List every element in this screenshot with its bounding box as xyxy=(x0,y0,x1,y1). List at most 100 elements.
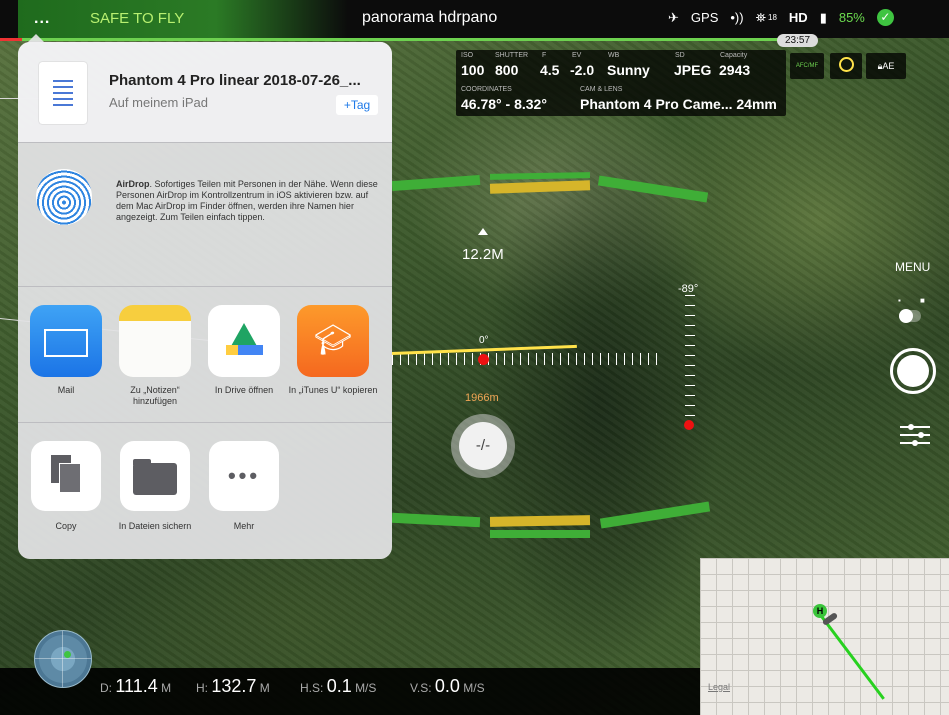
cam-lens-value: Phantom 4 Pro Came... 24mm xyxy=(580,96,777,112)
home-point-marker: H xyxy=(813,604,827,618)
hd-label: HD xyxy=(788,10,808,25)
status-icons: ✈ GPS •)) ⛯ 18 HD ▮ 85% ✓ xyxy=(668,9,894,26)
menu-button[interactable]: MENU xyxy=(895,260,930,274)
app-label: In „iTunes U“ kopieren xyxy=(288,385,378,395)
shutter-button[interactable] xyxy=(890,348,936,394)
ev-value: -2.0 xyxy=(570,62,595,78)
afc-mf-label: AFC/MF xyxy=(795,63,819,69)
flight-status-text: SAFE TO FLY xyxy=(90,10,185,27)
heading-zero-label: 0° xyxy=(479,335,489,346)
action-save-files[interactable]: In Dateien sichern xyxy=(110,441,200,532)
action-more[interactable]: ••• Mehr xyxy=(199,441,289,532)
share-sheet: Phantom 4 Pro linear 2018-07-26_... Auf … xyxy=(18,42,392,559)
app-label: Zu „Notizen“ hinzufügen xyxy=(130,385,180,406)
aperture-value: 4.5 xyxy=(540,62,560,78)
mini-map[interactable] xyxy=(700,558,949,715)
app-label: In Drive öffnen xyxy=(214,385,274,395)
file-location: Auf meinem iPad xyxy=(109,95,208,110)
file-title: Phantom 4 Pro linear 2018-07-26_... xyxy=(109,72,361,89)
drone-icon: ✈ xyxy=(668,9,679,25)
app-menu-dots[interactable]: ... xyxy=(34,10,50,28)
gimbal-pitch-indicator xyxy=(684,420,694,430)
telemetry-height: H: 132.7 M xyxy=(196,676,270,696)
copy-icon xyxy=(31,441,101,511)
share-app-drive[interactable]: In Drive öffnen xyxy=(199,305,289,396)
telemetry-distance: D: 111.4 M xyxy=(100,676,172,696)
altitude-up-icon xyxy=(478,228,488,235)
video-mode-icon: ■ xyxy=(920,296,925,305)
obstacle-radar[interactable] xyxy=(34,630,92,688)
itunes-u-icon: 🎓︎ xyxy=(297,305,369,377)
focus-target-button[interactable] xyxy=(830,53,862,79)
iso-label: ISO xyxy=(461,52,474,59)
camera-settings-button[interactable] xyxy=(900,420,930,450)
heading-scale xyxy=(392,353,657,365)
notes-icon xyxy=(119,305,191,377)
home-distance: 1966m xyxy=(465,392,499,404)
ae-lock-button[interactable]: 🔒︎AE xyxy=(866,53,906,79)
north-marker-icon xyxy=(64,651,71,658)
telemetry-horizontal-speed: H.S: 0.1 M/S xyxy=(300,676,377,696)
battery-level: 85% xyxy=(838,10,865,25)
satellite-count: 18 xyxy=(768,13,777,22)
airdrop-icon xyxy=(36,169,92,225)
ae-label: AE xyxy=(882,61,895,71)
telemetry-vertical-speed: V.S: 0.0 M/S xyxy=(410,676,485,696)
capacity-label: Capacity xyxy=(720,52,748,59)
center-control-label: -/- xyxy=(459,422,507,470)
airdrop-title: AirDrop xyxy=(116,179,150,189)
map-legal-link[interactable]: Legal xyxy=(708,682,730,692)
coordinates-value: 46.78° - 8.32° xyxy=(461,96,547,112)
attitude-arc xyxy=(490,530,590,538)
action-label: Copy xyxy=(55,521,77,531)
heading-indicator xyxy=(478,354,489,365)
aperture-label: F xyxy=(542,52,547,59)
cam-lens-label: CAM & LENS xyxy=(580,86,623,93)
battery-progress-line xyxy=(0,38,810,41)
center-control-button[interactable]: -/- xyxy=(451,414,515,478)
afc-mf-button[interactable]: AFC/MF xyxy=(790,53,824,79)
gimbal-pitch-scale xyxy=(685,295,695,425)
more-icon: ••• xyxy=(209,441,279,511)
signal-icon: •)) xyxy=(730,10,744,25)
action-copy[interactable]: Copy xyxy=(21,441,111,532)
altitude-readout: 12.2M xyxy=(462,246,504,263)
photo-mode-icon: ▪ xyxy=(898,296,901,305)
format-value: JPEG xyxy=(674,62,712,78)
google-drive-icon xyxy=(208,305,280,377)
share-actions-row: Copy In Dateien sichern ••• Mehr xyxy=(18,423,392,559)
shutter-value: 800 xyxy=(495,62,519,78)
airdrop-section[interactable]: AirDrop. Sofortiges Teilen mit Personen … xyxy=(18,143,392,287)
wb-value: Sunny xyxy=(607,62,650,78)
mail-icon xyxy=(30,305,102,377)
share-app-itunes-u[interactable]: 🎓︎ In „iTunes U“ kopieren xyxy=(288,305,378,396)
document-icon xyxy=(39,62,87,124)
target-icon xyxy=(838,57,854,72)
iso-value: 100 xyxy=(461,62,485,78)
share-apps-row: Mail Zu „Notizen“ hinzufügen In Drive öf… xyxy=(18,287,392,423)
action-label: Mehr xyxy=(233,521,255,531)
wb-label: WB xyxy=(608,52,620,59)
camera-mode[interactable]: panorama hdrpano xyxy=(362,9,497,27)
ev-label: EV xyxy=(572,52,582,59)
share-header: Phantom 4 Pro linear 2018-07-26_... Auf … xyxy=(18,42,392,143)
battery-icon: ▮ xyxy=(819,9,827,25)
app-label: Mail xyxy=(57,385,75,395)
satellite-icon: ⛯ xyxy=(755,9,766,25)
attitude-arc xyxy=(489,515,591,527)
coordinates-label: COORDINATES xyxy=(461,86,512,93)
airdrop-text: . Sofortiges Teilen mit Personen in der … xyxy=(116,179,378,222)
flight-time: 23:57 xyxy=(777,34,819,47)
sd-label: SD xyxy=(675,52,685,59)
share-app-notes[interactable]: Zu „Notizen“ hinzufügen xyxy=(110,305,200,407)
shutter-label: SHUTTER xyxy=(495,52,529,59)
share-app-mail[interactable]: Mail xyxy=(21,305,111,396)
gps-label: GPS xyxy=(690,10,719,25)
battery-warning-line xyxy=(0,38,22,41)
add-tag-button[interactable]: +Tag xyxy=(336,95,378,115)
folder-icon xyxy=(120,441,190,511)
gimbal-pitch-readout: -89° xyxy=(678,283,699,295)
checkmark-icon: ✓ xyxy=(876,9,894,26)
airdrop-description: AirDrop. Sofortiges Teilen mit Personen … xyxy=(116,179,378,223)
photo-video-toggle[interactable] xyxy=(899,309,921,323)
